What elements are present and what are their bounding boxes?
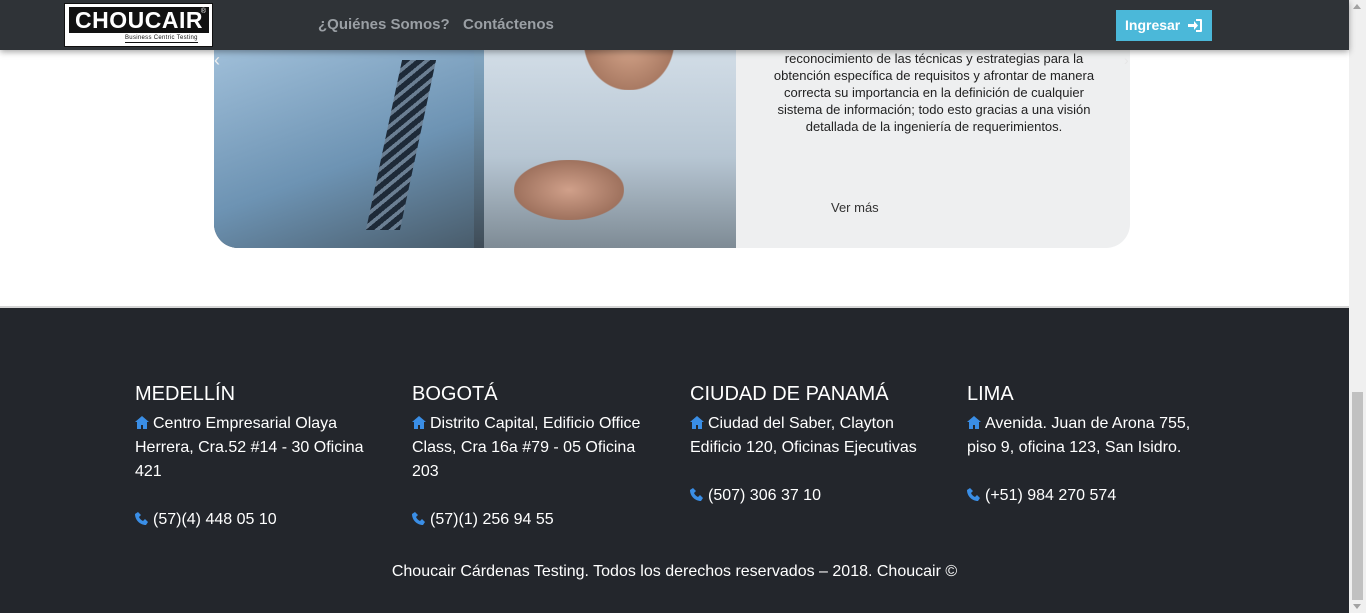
office-address: Distrito Capital, Edificio Office Class,… [412,412,662,484]
photo-hand [514,160,624,220]
office-bogota: BOGOTÁ Distrito Capital, Edificio Office… [412,382,662,532]
chevron-left-icon[interactable]: ‹ [214,51,224,69]
office-lima: LIMA Avenida. Juan de Arona 755, piso 9,… [967,382,1202,508]
phone-icon [135,512,148,525]
nav-link-contact[interactable]: Contáctenos [463,15,554,35]
phone-icon [967,488,980,501]
office-address: Centro Empresarial Olaya Herrera, Cra.52… [135,412,375,484]
logo-wordmark: CHOUCAIR [69,7,209,33]
logo-tagline: Business Centric Testing [125,35,198,43]
business-meeting-photo [214,20,736,248]
home-icon [690,416,704,429]
office-panama: CIUDAD DE PANAMÁ Ciudad del Saber, Clayt… [690,382,925,508]
office-city: LIMA [967,383,1014,405]
office-address-text: Ciudad del Saber, Clayton Edificio 120, … [690,415,917,456]
scroll-up-arrow-icon[interactable] [1353,4,1361,9]
office-city: BOGOTÁ [412,383,498,405]
nav-link-about[interactable]: ¿Quiénes Somos? [318,15,450,35]
sign-in-icon [1188,19,1202,32]
office-city: MEDELLÍN [135,383,236,405]
page-scrollbar[interactable] [1349,0,1366,613]
office-address: Ciudad del Saber, Clayton Edificio 120, … [690,412,925,460]
office-phone-text: (57)(1) 256 94 55 [430,511,554,528]
login-button-label: Ingresar [1125,17,1181,33]
chevron-right-icon[interactable]: › [1124,52,1134,68]
home-icon [412,416,426,429]
photo-person-left [214,20,474,248]
card-description: reconocimiento de las técnicas y estrate… [773,51,1095,134]
choucair-logo[interactable]: CHOUCAIR ® Business Centric Testing [64,3,213,47]
scrollbar-thumb[interactable] [1352,392,1363,600]
office-phone-text: (+51) 984 270 574 [985,487,1117,504]
copyright-text: Choucair Cárdenas Testing. Todos los der… [391,563,958,580]
see-more-link[interactable]: Ver más [831,200,879,215]
footer: MEDELLÍN Centro Empresarial Olaya Herrer… [0,306,1349,613]
registered-mark: ® [200,8,206,15]
office-address-text: Avenida. Juan de Arona 755, piso 9, ofic… [967,415,1191,456]
office-phone-text: (507) 306 37 10 [708,487,821,504]
office-phone: (57)(1) 256 94 55 [412,508,662,532]
office-city: CIUDAD DE PANAMÁ [690,383,889,405]
office-phone-text: (57)(4) 448 05 10 [153,511,277,528]
top-navbar: CHOUCAIR ® Business Centric Testing ¿Qui… [0,0,1349,50]
course-card: reconocimiento de las técnicas y estrate… [214,20,1130,248]
login-button[interactable]: Ingresar [1116,10,1212,41]
office-phone: (57)(4) 448 05 10 [135,508,375,532]
office-address: Avenida. Juan de Arona 755, piso 9, ofic… [967,412,1202,460]
office-phone: (+51) 984 270 574 [967,484,1202,508]
office-address-text: Distrito Capital, Edificio Office Class,… [412,415,641,480]
scroll-down-arrow-icon[interactable] [1353,604,1361,609]
phone-icon [412,512,425,525]
home-icon [967,416,981,429]
phone-icon [690,488,703,501]
office-medellin: MEDELLÍN Centro Empresarial Olaya Herrer… [135,382,375,532]
office-address-text: Centro Empresarial Olaya Herrera, Cra.52… [135,415,364,480]
office-phone: (507) 306 37 10 [690,484,925,508]
home-icon [135,416,149,429]
